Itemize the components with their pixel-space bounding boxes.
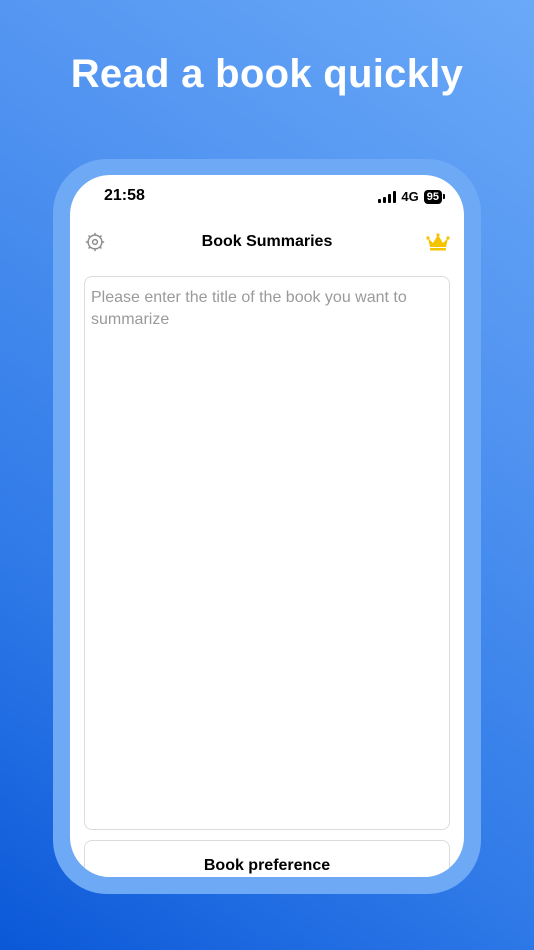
app-screen: 21:58 4G 95 Book Summaries Please enter … — [70, 175, 464, 877]
status-indicators: 4G 95 — [378, 189, 446, 204]
book-preference-button[interactable]: Book preference — [84, 840, 450, 877]
crown-icon[interactable] — [426, 232, 450, 252]
status-time: 21:58 — [104, 187, 145, 204]
network-type: 4G — [401, 189, 419, 204]
navigation-bar: Book Summaries — [70, 225, 464, 277]
phone-frame: 21:58 4G 95 Book Summaries Please enter … — [53, 159, 481, 894]
book-title-input[interactable] — [84, 276, 450, 830]
status-bar: 21:58 4G 95 — [70, 175, 464, 219]
page-title: Book Summaries — [201, 233, 333, 250]
battery-icon: 95 — [423, 189, 446, 204]
promo-headline: Read a book quickly — [70, 52, 464, 96]
signal-icon — [378, 190, 397, 203]
